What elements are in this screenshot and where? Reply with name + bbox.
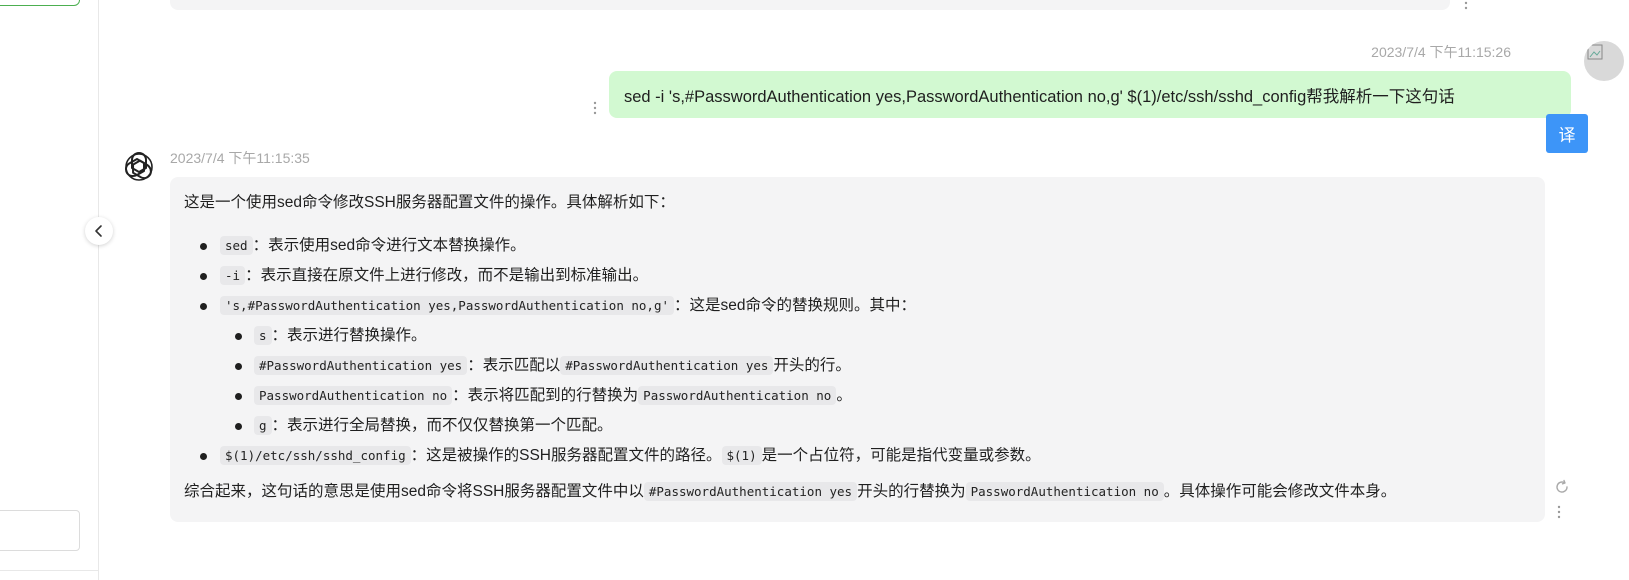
more-vertical-icon[interactable] (592, 101, 598, 115)
summary-text: 。具体操作可能会修改文件本身。 (1163, 483, 1397, 500)
refresh-icon[interactable] (1554, 479, 1570, 495)
inline-code: PasswordAuthentication no (965, 482, 1164, 501)
list-item-text: ：表示使用sed命令进行文本替换操作。 (252, 237, 526, 254)
summary-text: 综合起来，这句话的意思是使用sed命令将SSH服务器配置文件中以 (184, 483, 644, 500)
summary-text: 开头的行替换为 (857, 483, 966, 500)
broken-image-icon (1587, 44, 1603, 60)
user-message-bubble: sed -i 's,#PasswordAuthentication yes,Pa… (609, 71, 1571, 118)
user-message-text: sed -i 's,#PasswordAuthentication yes,Pa… (624, 87, 1455, 106)
inline-code: s (254, 326, 272, 345)
inline-code: #PasswordAuthentication yes (254, 356, 468, 375)
sub-list-item: s ：表示进行替换操作。 (184, 321, 1531, 351)
collapse-sidebar-button[interactable] (85, 217, 113, 245)
inline-code: PasswordAuthentication no (638, 386, 837, 405)
user-avatar (1584, 41, 1624, 81)
assistant-message-bubble: 这是一个使用sed命令修改SSH服务器配置文件的操作。具体解析如下： sed ：表… (170, 177, 1545, 522)
list-item-text: ：这是sed命令的替换规则。其中： (674, 297, 917, 314)
assistant-summary-text: 综合起来，这句话的意思是使用sed命令将SSH服务器配置文件中以 #Passwor… (184, 477, 1396, 507)
sidebar (0, 0, 99, 580)
assistant-message-timestamp: 2023/7/4 下午11:15:35 (170, 150, 310, 166)
explanation-list: sed ：表示使用sed命令进行文本替换操作。 -i ：表示直接在原文件上进行修改，… (184, 231, 1531, 471)
sub-list-item: #PasswordAuthentication yes ：表示匹配以 #Passwo… (184, 351, 1531, 381)
sidebar-divider (0, 570, 99, 571)
inline-code: -i (220, 266, 246, 285)
list-item: -i ：表示直接在原文件上进行修改，而不是输出到标准输出。 (184, 261, 1531, 291)
chevron-left-icon (95, 225, 102, 237)
sub-list-item-text: ：表示匹配以 (467, 357, 561, 374)
openai-logo-icon (125, 152, 153, 181)
sub-list-item: g ：表示进行全局替换，而不仅仅替换第一个匹配。 (184, 411, 1531, 441)
translate-button[interactable]: 译 (1546, 114, 1588, 153)
sub-list-item-text: ：表示进行替换操作。 (271, 327, 427, 344)
list-item-text: 是一个占位符，可能是指代变量或参数。 (761, 447, 1041, 464)
sub-list-item-text: 开头的行。 (773, 357, 851, 374)
sub-list-item-text: ：表示将匹配到的行替换为 (452, 387, 639, 404)
inline-code: PasswordAuthentication no (254, 386, 453, 405)
list-item: 's,#PasswordAuthentication yes,PasswordA… (184, 291, 1531, 321)
user-message-timestamp: 2023/7/4 下午11:15:26 (1371, 44, 1511, 60)
sub-list-item-text: ：表示进行全局替换，而不仅仅替换第一个匹配。 (271, 417, 613, 434)
sub-list-item-text: 。 (836, 387, 852, 404)
previous-message-bubble (170, 0, 1450, 10)
more-vertical-icon[interactable] (1556, 505, 1562, 519)
inline-code: sed (220, 236, 253, 255)
inline-code: #PasswordAuthentication yes (560, 356, 774, 375)
sidebar-new-chat-button[interactable] (0, 0, 80, 6)
inline-code: g (254, 416, 272, 435)
inline-code: #PasswordAuthentication yes (643, 482, 858, 501)
more-vertical-icon[interactable] (1463, 0, 1469, 10)
list-item: sed ：表示使用sed命令进行文本替换操作。 (184, 231, 1531, 261)
inline-code: $(1)/etc/ssh/sshd_config (220, 446, 411, 465)
list-item-text: ：表示直接在原文件上进行修改，而不是输出到标准输出。 (245, 267, 649, 284)
inline-code: $(1) (721, 446, 762, 465)
list-item: $(1)/etc/ssh/sshd_config ：这是被操作的SSH服务器配置文… (184, 441, 1531, 471)
inline-code: 's,#PasswordAuthentication yes,PasswordA… (220, 296, 675, 315)
sidebar-input[interactable] (0, 510, 80, 551)
list-item-text: ：这是被操作的SSH服务器配置文件的路径。 (410, 447, 722, 464)
sub-list-item: PasswordAuthentication no ：表示将匹配到的行替换为 Pas… (184, 381, 1531, 411)
assistant-intro-text: 这是一个使用sed命令修改SSH服务器配置文件的操作。具体解析如下： (184, 194, 675, 211)
